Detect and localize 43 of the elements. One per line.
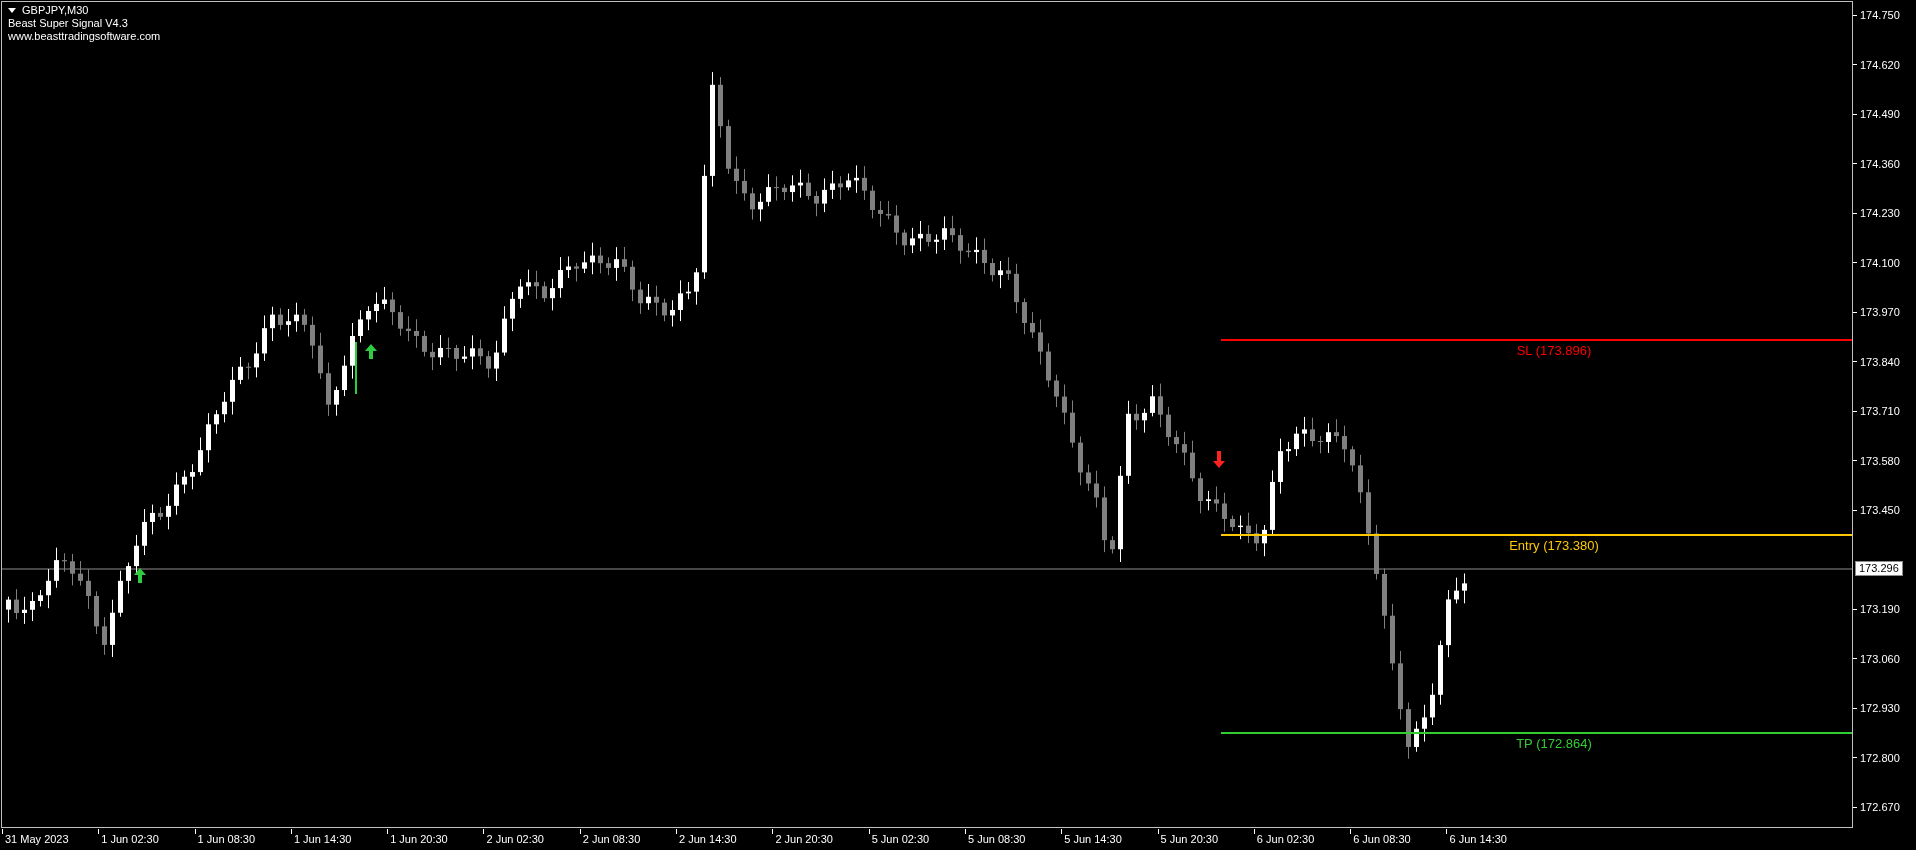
price-level-label: TP (172.864)	[1516, 736, 1592, 751]
indicator-name: Beast Super Signal V4.3	[8, 17, 129, 30]
time-tick-label: 6 Jun 02:30	[1255, 832, 1315, 846]
time-tick-label: 1 Jun 14:30	[292, 832, 352, 846]
time-tick-label: 31 May 2023	[4, 832, 69, 846]
time-tick-label: 6 Jun 14:30	[1448, 832, 1507, 846]
price-tick-label: 173.580	[1860, 453, 1900, 468]
time-tick-label: 5 Jun 02:30	[870, 832, 930, 846]
time-tick-label: 2 Jun 02:30	[485, 832, 544, 846]
price-tick-label: 173.710	[1860, 404, 1900, 418]
up-arrow-icon	[365, 344, 377, 359]
up-arrow-icon	[134, 568, 146, 583]
price-tick-label: 172.670	[1860, 800, 1900, 814]
time-tick-label: 2 Jun 20:30	[774, 832, 833, 846]
current-price-label: 173.296	[1855, 561, 1903, 576]
price-tick-label: 172.800	[1860, 750, 1900, 765]
price-level-label: Entry (173.380)	[1509, 538, 1599, 553]
price-tick-label: 174.100	[1860, 255, 1900, 270]
price-tick-label: 174.750	[1860, 8, 1900, 22]
time-tick-label: 5 Jun 14:30	[1063, 832, 1122, 846]
time-tick-label: 1 Jun 02:30	[100, 832, 159, 846]
price-tick-label: 172.930	[1860, 701, 1900, 715]
price-tick-label: 173.060	[1860, 651, 1900, 666]
price-tick-label: 174.620	[1860, 57, 1900, 72]
time-tick-label: 5 Jun 08:30	[966, 832, 1026, 846]
price-tick-label: 174.490	[1860, 107, 1900, 121]
price-tick-label: 173.190	[1860, 602, 1900, 616]
down-arrow-icon	[1213, 451, 1225, 468]
time-tick-label: 5 Jun 20:30	[1159, 832, 1219, 846]
price-tick-label: 173.840	[1860, 354, 1900, 369]
time-tick-label: 2 Jun 08:30	[581, 832, 641, 846]
price-tick-label: 174.230	[1860, 206, 1900, 220]
price-level-label: SL (173.896)	[1516, 343, 1592, 358]
chart-symbol: GBPJPY,M30	[22, 4, 89, 17]
time-tick-label: 1 Jun 08:30	[196, 832, 256, 846]
time-tick-label: 6 Jun 08:30	[1352, 832, 1411, 846]
dropdown-caret-icon[interactable]	[8, 8, 16, 13]
price-tick-label: 174.360	[1860, 156, 1900, 171]
time-tick-label: 2 Jun 14:30	[678, 832, 737, 846]
time-tick-label: 1 Jun 20:30	[389, 832, 448, 846]
price-tick-label: 173.450	[1860, 503, 1900, 517]
website-text: www.beasttradingsoftware.com	[8, 30, 161, 43]
price-tick-label: 173.970	[1860, 305, 1900, 319]
